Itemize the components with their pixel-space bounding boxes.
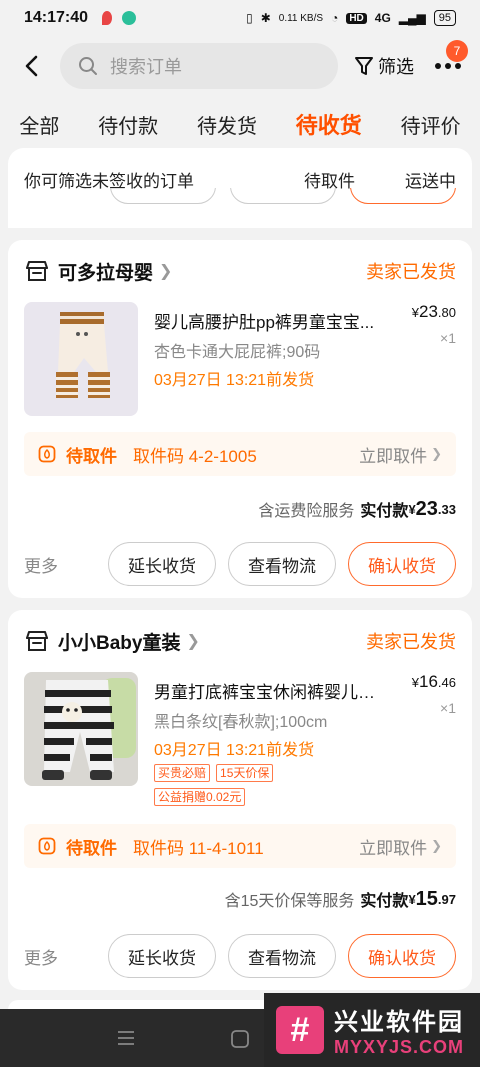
shop-name[interactable]: 可多拉母婴 — [58, 258, 153, 285]
pickup-code: 取件码 4-2-1005 — [133, 446, 257, 466]
site-watermark: # 兴业软件园 MYXYJS.COM — [264, 993, 480, 1067]
product-row[interactable]: 婴儿高腰护肚pp裤男童宝宝... 杏色卡通大屁屁裤;90码 03月27日 13:… — [24, 302, 456, 418]
order-status: 卖家已发货 — [366, 262, 456, 282]
service-tags: 买贵必赔 15天价保 — [154, 764, 274, 782]
tab-all[interactable]: 全部 — [19, 110, 59, 139]
filter-panel: 你可筛选未签收的订单 待取件 运送中 — [8, 148, 472, 228]
shop-icon — [26, 631, 48, 651]
status-bar: 14:17:40 ▯ ✱ 0.11 KB/S ◔ HD 4G ▂▄▆ 95 — [0, 0, 480, 36]
back-button[interactable] — [14, 48, 50, 84]
payment-summary: 含15天价保等服务 实付款 ¥ 15 .97 — [224, 887, 456, 911]
watermark-logo: # — [276, 1006, 324, 1054]
product-title: 男童打底裤宝宝休闲裤婴儿童... — [154, 683, 386, 702]
shop-name[interactable]: 小小Baby童装 — [58, 628, 180, 655]
signal-label: 4G — [374, 11, 391, 25]
product-sku: 杏色卡通大屁屁裤;90码 — [154, 344, 321, 361]
more-dots-icon — [435, 63, 461, 69]
paid-amount: 23 — [415, 497, 438, 520]
confirm-receipt-button[interactable]: 确认收货 — [348, 542, 456, 586]
more-link[interactable]: 更多 — [24, 552, 58, 577]
search-placeholder: 搜索订单 — [110, 57, 182, 77]
chevron-right-icon: ❯ — [431, 446, 442, 461]
notification-badge: 7 — [446, 40, 468, 62]
pickup-now-link[interactable]: 立即取件 — [359, 442, 427, 467]
hd-badge: HD — [346, 12, 367, 24]
more-menu-button[interactable]: 7 — [430, 40, 468, 84]
battery-icon: 95 — [433, 10, 456, 26]
order-card: 可多拉母婴 ❯ 卖家已发货 婴儿高腰护肚pp裤男童宝宝... 杏色卡通大屁屁裤;… — [8, 240, 472, 598]
bluetooth-icon: ✱ — [260, 11, 271, 25]
service-tag: 买贵必赔 — [154, 764, 211, 782]
filter-button[interactable]: 筛选 — [354, 53, 414, 79]
tab-pending-payment[interactable]: 待付款 — [98, 110, 158, 139]
filter-label: 筛选 — [378, 57, 414, 77]
product-title: 婴儿高腰护肚pp裤男童宝宝... — [154, 313, 375, 332]
order-actions: 更多 延长收货 查看物流 确认收货 — [24, 542, 456, 586]
chevron-right-icon: ❯ — [186, 633, 200, 650]
charity-tag: 公益捐赠0.02元 — [154, 788, 246, 806]
paid-label: 实付款 — [360, 503, 409, 520]
chevron-left-icon — [25, 55, 38, 77]
view-logistics-button[interactable]: 查看物流 — [228, 542, 336, 586]
shop-icon — [26, 261, 48, 281]
product-price: ¥23.80 — [411, 302, 456, 321]
pickup-bar[interactable]: 待取件 取件码 11-4-1011 立即取件 ❯ — [24, 824, 456, 868]
pickup-label: 待取件 — [66, 838, 117, 858]
previous-card-buttons — [8, 188, 472, 218]
watermark-name: 兴业软件园 — [334, 1009, 464, 1036]
product-quantity: ×1 — [440, 330, 456, 346]
service-tag: 15天价保 — [216, 764, 274, 782]
signal-icon: ▂▄▆ — [398, 11, 426, 25]
tab-pending-receipt[interactable]: 待收货 — [296, 108, 362, 140]
payment-summary: 含运费险服务 实付款 ¥ 23 .33 — [258, 497, 456, 521]
pickup-bar[interactable]: 待取件 取件码 4-2-1005 立即取件 ❯ — [24, 432, 456, 476]
view-logistics-button[interactable]: 查看物流 — [228, 934, 336, 978]
chevron-right-icon: ❯ — [431, 838, 442, 853]
confirm-receipt-button[interactable]: 确认收货 — [348, 934, 456, 978]
network-speed: 0.11 KB/S — [278, 12, 324, 24]
order-tabs: 全部 待付款 待发货 待收货 待评价 — [0, 98, 480, 150]
watermark-url: MYXYJS.COM — [334, 1037, 465, 1057]
recent-apps-icon[interactable] — [116, 1029, 136, 1047]
product-row[interactable]: 男童打底裤宝宝休闲裤婴儿童... 黑白条纹[春秋款];100cm 03月27日 … — [24, 672, 456, 806]
product-price: ¥16.46 — [411, 672, 456, 691]
funnel-icon — [355, 57, 373, 75]
pickup-now-link[interactable]: 立即取件 — [359, 834, 427, 859]
product-image — [24, 672, 138, 786]
search-icon — [79, 57, 97, 75]
pickup-icon — [38, 445, 56, 463]
paid-amount: 15 — [415, 887, 438, 910]
tab-pending-shipment[interactable]: 待发货 — [197, 110, 257, 139]
chevron-right-icon: ❯ — [159, 263, 173, 280]
product-sku: 黑白条纹[春秋款];100cm — [154, 714, 328, 731]
status-time: 14:17:40 — [24, 9, 89, 26]
order-status: 卖家已发货 — [366, 632, 456, 652]
paid-label: 实付款 — [360, 893, 409, 910]
location-icon — [102, 11, 113, 25]
search-input[interactable]: 搜索订单 — [60, 43, 338, 89]
top-bar: 搜索订单 筛选 7 — [0, 36, 480, 96]
service-note: 含运费险服务 — [258, 503, 355, 520]
vibrate-icon: ▯ — [246, 11, 253, 25]
ship-deadline: 03月27日 13:21前发货 — [154, 372, 315, 389]
product-image — [24, 302, 138, 416]
wifi-icon: ◔ — [331, 11, 339, 25]
pickup-code: 取件码 11-4-1011 — [133, 838, 264, 858]
more-link[interactable]: 更多 — [24, 944, 58, 969]
service-note: 含15天价保等服务 — [224, 893, 355, 910]
ship-deadline: 03月27日 13:21前发货 — [154, 742, 315, 759]
tab-pending-review[interactable]: 待评价 — [401, 110, 461, 139]
extend-receipt-button[interactable]: 延长收货 — [108, 542, 216, 586]
extend-receipt-button[interactable]: 延长收货 — [108, 934, 216, 978]
pickup-label: 待取件 — [66, 446, 117, 466]
order-actions: 更多 延长收货 查看物流 确认收货 — [24, 934, 456, 978]
order-card: 小小Baby童装 ❯ 卖家已发货 男童打底裤宝宝休闲裤婴儿童... 黑白条纹[春… — [8, 610, 472, 990]
home-icon[interactable] — [230, 1029, 250, 1049]
pickup-icon — [38, 837, 56, 855]
app-notification-icon — [122, 11, 137, 25]
product-quantity: ×1 — [440, 700, 456, 716]
